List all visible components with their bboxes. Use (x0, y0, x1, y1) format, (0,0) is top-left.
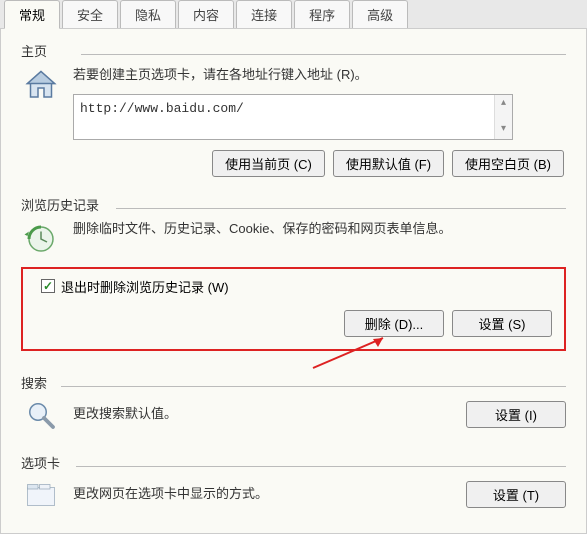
history-desc: 删除临时文件、历史记录、Cookie、保存的密码和网页表单信息。 (73, 219, 566, 240)
tabs-settings-button[interactable]: 设置 (T) (466, 481, 566, 508)
tab-programs[interactable]: 程序 (294, 0, 350, 28)
tab-content[interactable]: 内容 (178, 0, 234, 28)
scroll-up-icon[interactable]: ▴ (495, 95, 512, 113)
homepage-url-text: http://www.baidu.com/ (80, 101, 244, 116)
delete-on-exit-label: 退出时删除浏览历史记录 (W) (61, 277, 229, 296)
tabs-desc: 更改网页在选项卡中显示的方式。 (73, 484, 454, 505)
tab-security[interactable]: 安全 (62, 0, 118, 28)
annotation-box: ✓ 退出时删除浏览历史记录 (W) 删除 (D)... 设置 (S) (21, 267, 566, 351)
content-panel: 主页 若要创建主页选项卡，请在各地址行键入地址 (R)。 http://www.… (0, 29, 587, 534)
tab-general[interactable]: 常规 (4, 0, 60, 29)
search-title: 搜索 (21, 373, 566, 392)
delete-on-exit-checkbox[interactable]: ✓ (41, 279, 55, 293)
tab-advanced[interactable]: 高级 (352, 0, 408, 28)
tabs-icon (21, 475, 61, 515)
search-group: 搜索 更改搜索默认值。 设置 (I) (21, 373, 566, 435)
tab-connections[interactable]: 连接 (236, 0, 292, 28)
history-title: 浏览历史记录 (21, 195, 566, 214)
use-blank-page-button[interactable]: 使用空白页 (B) (452, 150, 564, 177)
tab-privacy[interactable]: 隐私 (120, 0, 176, 28)
homepage-group: 主页 若要创建主页选项卡，请在各地址行键入地址 (R)。 http://www.… (21, 41, 566, 177)
home-icon (21, 65, 61, 105)
homepage-desc: 若要创建主页选项卡，请在各地址行键入地址 (R)。 (73, 65, 566, 86)
tab-bar: 常规 安全 隐私 内容 连接 程序 高级 (0, 0, 587, 29)
annotation-arrow-icon (308, 333, 398, 373)
use-default-button[interactable]: 使用默认值 (F) (333, 150, 444, 177)
homepage-url-input[interactable]: http://www.baidu.com/ ▴ ▾ (73, 94, 513, 140)
tabs-section-title: 选项卡 (21, 453, 566, 472)
search-desc: 更改搜索默认值。 (73, 404, 454, 425)
tabs-group: 选项卡 更改网页在选项卡中显示的方式。 设置 (T) (21, 453, 566, 515)
history-settings-button[interactable]: 设置 (S) (452, 310, 552, 337)
search-settings-button[interactable]: 设置 (I) (466, 401, 566, 428)
delete-button[interactable]: 删除 (D)... (344, 310, 444, 337)
scrollbar[interactable]: ▴ ▾ (494, 95, 512, 139)
use-current-page-button[interactable]: 使用当前页 (C) (212, 150, 325, 177)
scroll-down-icon[interactable]: ▾ (495, 121, 512, 139)
homepage-title: 主页 (21, 41, 566, 60)
history-group: 浏览历史记录 删除临时文件、历史记录、Cookie、保存的密码和网页表单信息。 … (21, 195, 566, 351)
clock-icon (21, 219, 61, 259)
search-icon (21, 395, 61, 435)
